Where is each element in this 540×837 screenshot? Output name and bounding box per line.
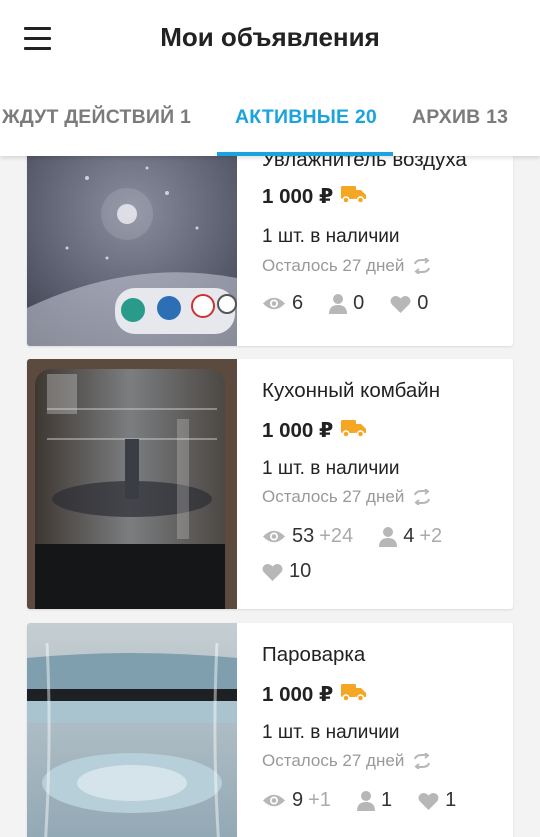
eye-icon <box>263 530 285 543</box>
ad-title[interactable]: Кухонный комбайн <box>262 379 440 403</box>
tab-archive[interactable]: АРХИВ 13 <box>412 106 508 129</box>
ad-price: 1 000 ₽ <box>262 418 367 443</box>
ad-photo[interactable] <box>27 623 237 837</box>
ad-stock: 1 шт. в наличии <box>262 458 400 479</box>
delivery-truck-icon <box>341 683 367 707</box>
renew-icon[interactable] <box>412 258 432 274</box>
ad-stats: 6 0 0 <box>262 292 454 315</box>
ad-title[interactable]: Увлажнитель воздуха <box>262 156 467 172</box>
app-header: Мои объявления ЖДУТ ДЕЙСТВИЙ 1 АКТИВНЫЕ … <box>0 0 540 156</box>
contacts-stat: 4 +2 <box>379 525 442 548</box>
ad-title[interactable]: Пароварка <box>262 643 365 667</box>
tab-awaiting-action[interactable]: ЖДУТ ДЕЙСТВИЙ 1 <box>2 106 191 129</box>
ad-card[interactable]: Пароварка 1 000 ₽ 1 шт. в наличии Остало… <box>27 623 513 837</box>
page-title: Мои объявления <box>160 22 380 52</box>
views-delta: +24 <box>319 525 354 547</box>
ad-days-left: Осталось 27 дней <box>262 487 432 507</box>
ad-photo[interactable] <box>27 359 237 609</box>
ads-list[interactable]: Увлажнитель воздуха 1 000 ₽ 1 шт. в нали… <box>0 156 540 837</box>
ad-card[interactable]: Кухонный комбайн 1 000 ₽ 1 шт. в наличии… <box>27 359 513 609</box>
ad-stats: 9 +1 1 1 <box>262 789 482 812</box>
ad-card[interactable]: Увлажнитель воздуха 1 000 ₽ 1 шт. в нали… <box>27 156 513 346</box>
tab-active[interactable]: АКТИВНЫЕ 20 <box>235 106 377 129</box>
ad-price: 1 000 ₽ <box>262 184 367 209</box>
person-icon <box>379 526 398 547</box>
person-icon <box>329 293 348 314</box>
views-stat: 9 +1 <box>262 789 331 812</box>
ad-stock: 1 шт. в наличии <box>262 722 400 743</box>
favorites-stat: 10 <box>262 560 311 583</box>
renew-icon[interactable] <box>412 489 432 505</box>
heart-icon <box>418 792 439 810</box>
renew-icon[interactable] <box>412 753 432 769</box>
views-stat: 53 +24 <box>262 525 353 548</box>
eye-icon <box>263 297 285 310</box>
contacts-stat: 0 <box>329 292 364 315</box>
ad-photo[interactable] <box>27 156 237 346</box>
person-icon <box>356 790 375 811</box>
ad-days-left: Осталось 27 дней <box>262 751 432 771</box>
eye-icon <box>263 794 285 807</box>
favorites-stat: 1 <box>418 789 456 812</box>
views-delta: +1 <box>308 789 331 811</box>
ad-stats: 53 +24 4 +2 <box>262 525 468 548</box>
ad-stock: 1 шт. в наличии <box>262 226 400 247</box>
ad-days-left: Осталось 27 дней <box>262 256 432 276</box>
active-tab-indicator <box>217 152 393 156</box>
contacts-delta: +2 <box>419 525 443 547</box>
views-stat: 6 <box>262 292 303 315</box>
delivery-truck-icon <box>341 185 367 209</box>
heart-icon <box>390 295 411 313</box>
ad-price: 1 000 ₽ <box>262 682 367 707</box>
tab-bar: ЖДУТ ДЕЙСТВИЙ 1 АКТИВНЫЕ 20 АРХИВ 13 <box>0 102 540 156</box>
heart-icon <box>262 563 283 581</box>
contacts-stat: 1 <box>356 789 392 812</box>
delivery-truck-icon <box>341 419 367 443</box>
ad-stats-favorites: 10 <box>262 560 337 583</box>
favorites-stat: 0 <box>390 292 428 315</box>
